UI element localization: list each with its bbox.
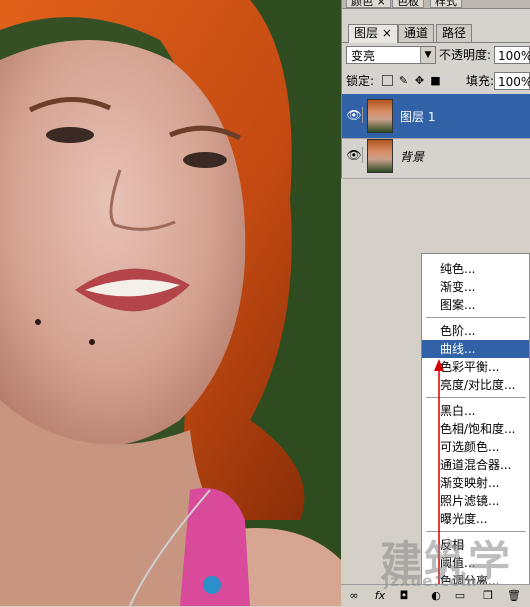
adjustment-layer-icon[interactable]: ◐ [429, 589, 443, 603]
menu-item-solid-color[interactable]: 纯色... [422, 260, 529, 278]
menu-item-pattern[interactable]: 图案... [422, 296, 529, 314]
watermark-url: jzxue.com [384, 572, 478, 590]
lock-label: 锁定: [346, 74, 375, 88]
watermark: 建筑学 jzxue.com [380, 528, 512, 590]
layers-panel: 颜色 × 色板 样式 图层 × 通道 路径 变亮 ▼ 不透明度: 100% 锁定… [341, 0, 530, 179]
layer-name: 背景 [400, 150, 425, 164]
layers-panel-tabs: 图层 × 通道 路径 [342, 24, 530, 43]
layer-name: 图层 1 [400, 110, 436, 124]
layer-row-layer1[interactable]: 👁 图层 1 [342, 94, 530, 139]
layer-thumbnail [367, 139, 393, 173]
tab-layers[interactable]: 图层 × [348, 24, 398, 43]
mask-icon[interactable]: ◘ [397, 589, 411, 603]
tab-styles[interactable]: 样式 [430, 0, 462, 8]
fill-label: 填充: [466, 74, 495, 88]
portrait-image [0, 0, 341, 606]
blend-mode-select[interactable]: 变亮 ▼ [346, 46, 436, 64]
tab-paths[interactable]: 路径 [436, 24, 473, 42]
eye-icon[interactable]: 👁 [346, 147, 363, 163]
lock-all-icon[interactable]: ■ [430, 75, 441, 86]
opacity-label: 不透明度: [439, 48, 492, 62]
lock-row: 锁定: ✎ ✥ ■ 填充: 100% [344, 72, 530, 92]
layer-row-background[interactable]: 👁 背景 [342, 134, 530, 179]
tab-swatches[interactable]: 色板 [392, 0, 424, 8]
lock-brush-icon[interactable]: ✎ [398, 75, 409, 86]
link-icon[interactable]: ∞ [347, 589, 361, 603]
lock-move-icon[interactable]: ✥ [414, 75, 425, 86]
tab-channels[interactable]: 通道 [398, 24, 435, 42]
menu-divider [426, 317, 526, 318]
new-layer-icon[interactable]: ❐ [481, 589, 495, 603]
menu-item-levels[interactable]: 色阶... [422, 322, 529, 340]
group-icon[interactable]: ▭ [453, 589, 467, 603]
lock-transparency-icon[interactable] [382, 75, 393, 86]
blend-mode-value: 变亮 [351, 49, 376, 63]
photo-canvas [0, 0, 341, 606]
opacity-field[interactable]: 100% [494, 46, 530, 64]
tab-color[interactable]: 颜色 × [346, 0, 391, 8]
layer-thumbnail [367, 99, 393, 133]
blend-row: 变亮 ▼ 不透明度: 100% [344, 46, 530, 66]
fx-icon[interactable]: fx [373, 589, 387, 603]
fill-field[interactable]: 100% [494, 72, 530, 90]
menu-item-gradient[interactable]: 渐变... [422, 278, 529, 296]
trash-icon[interactable]: 🗑 [507, 589, 521, 603]
eye-icon[interactable]: 👁 [346, 107, 363, 123]
chevron-down-icon[interactable]: ▼ [420, 47, 435, 63]
color-panel-tabs: 颜色 × 色板 样式 [342, 0, 530, 9]
